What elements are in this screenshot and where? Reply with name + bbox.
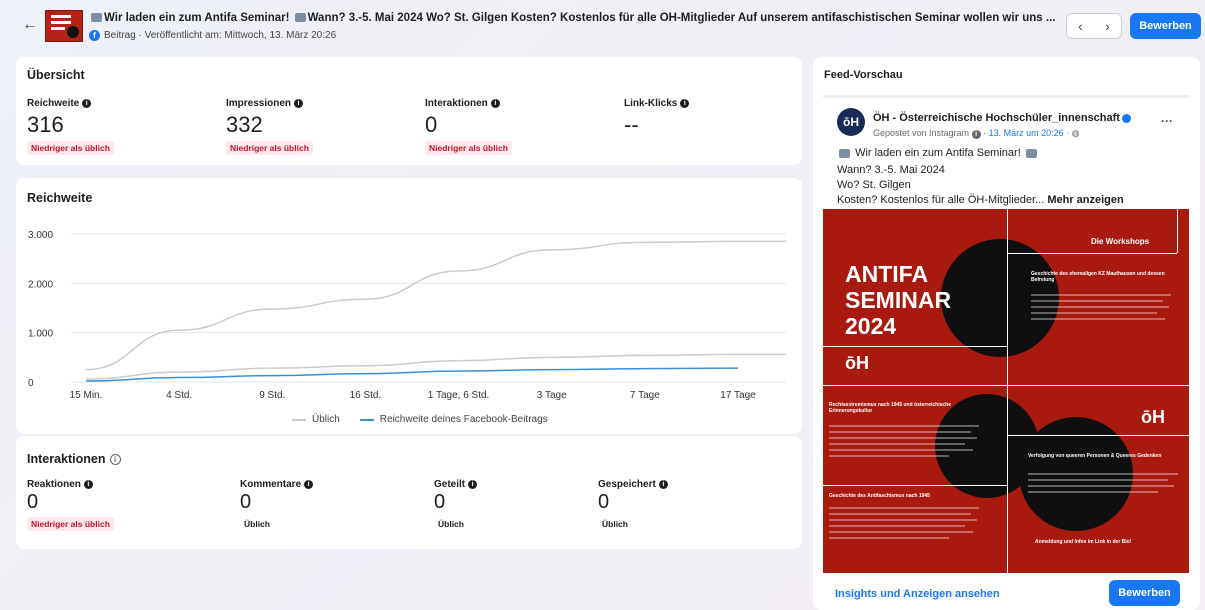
overview-title: Übersicht bbox=[27, 68, 85, 82]
x-tick-label: 4 Std. bbox=[166, 390, 192, 401]
page-name[interactable]: ÖH - Österreichische Hochschüler_innensc… bbox=[873, 112, 1131, 124]
post-navigation: ‹ › bbox=[1066, 13, 1122, 39]
info-icon[interactable]: i bbox=[658, 480, 668, 489]
metric-reactions: Reaktionen i 0 Niedriger als üblich bbox=[27, 479, 114, 532]
emoji-icon bbox=[91, 13, 102, 23]
info-icon[interactable]: i bbox=[83, 480, 93, 489]
info-icon[interactable]: i bbox=[294, 99, 304, 108]
interactions-card: Interaktionen i Reaktionen i 0 Niedriger a… bbox=[16, 436, 802, 549]
status-badge: Üblich bbox=[244, 519, 270, 529]
info-icon[interactable]: i bbox=[468, 480, 478, 489]
status-badge: Niedriger als üblich bbox=[226, 141, 313, 155]
post-meta: f Beitrag · Veröffentlicht am: Mittwoch,… bbox=[89, 30, 336, 41]
chevron-left-icon[interactable]: ‹ bbox=[1067, 14, 1094, 38]
post-source: Gepostet von Instagram i · 13. März um 2… bbox=[873, 128, 1080, 139]
post-text-line: Wann? 3.-5. Mai 2024 bbox=[837, 164, 945, 176]
info-icon[interactable]: i bbox=[109, 453, 121, 465]
legend-item-post-reach[interactable]: Reichweite deines Facebook-Beitrags bbox=[359, 414, 548, 425]
top-bar: ← Wir laden ein zum Antifa Seminar! Wann… bbox=[0, 0, 1205, 50]
x-tick-label: 15 Min. bbox=[70, 390, 103, 401]
x-tick-label: 3 Tage bbox=[537, 390, 567, 401]
x-tick-label: 1 Tage, 6 Std. bbox=[428, 390, 490, 401]
interactions-title: Interaktionen i bbox=[27, 452, 121, 466]
status-badge: Üblich bbox=[602, 519, 628, 529]
more-dots-icon[interactable]: ··· bbox=[1161, 114, 1173, 128]
x-tick-label: 9 Std. bbox=[259, 390, 285, 401]
poster-circle bbox=[941, 239, 1059, 357]
y-tick-label: 2.000 bbox=[28, 279, 53, 290]
reach-card: Reichweite 0 1.000 2.000 3.000 15 Min. 4 Std.… bbox=[16, 178, 802, 434]
facebook-icon: f bbox=[89, 30, 100, 41]
status-badge: Niedriger als üblich bbox=[425, 141, 512, 155]
poster-footer: Anmeldung und Infos im Link in der Bio! bbox=[1035, 539, 1132, 545]
status-badge: Niedriger als üblich bbox=[27, 517, 114, 531]
legend-item-typical[interactable]: Üblich bbox=[292, 414, 340, 425]
series-line-1 bbox=[85, 353, 786, 380]
globe-icon: ◍ bbox=[1071, 128, 1080, 138]
metric-link-clicks: Link-Klicks i -- bbox=[624, 98, 690, 138]
post-thumbnail bbox=[45, 10, 83, 42]
series-line-2 bbox=[85, 367, 739, 382]
info-icon[interactable]: i bbox=[971, 130, 981, 139]
status-badge: Üblich bbox=[438, 519, 464, 529]
feed-post: ōH ÖH - Österreichische Hochschüler_inne… bbox=[823, 95, 1189, 573]
reach-chart: 0 1.000 2.000 3.000 15 Min. 4 Std. 9 Std. 16 St… bbox=[28, 230, 786, 401]
series-line-0 bbox=[85, 240, 786, 371]
info-icon[interactable]: i bbox=[490, 99, 500, 108]
arrow-left-icon[interactable]: ← bbox=[22, 16, 38, 34]
poster-workshop-2: Rechtsextremismus nach 1945 und österrei… bbox=[829, 402, 951, 414]
insights-link[interactable]: Insights und Anzeigen ansehen bbox=[835, 588, 1000, 600]
info-icon[interactable]: i bbox=[304, 480, 314, 489]
reach-title: Reichweite bbox=[27, 191, 93, 205]
info-icon[interactable]: i bbox=[680, 99, 690, 108]
metric-comments: Kommentare i 0 Üblich bbox=[240, 479, 314, 532]
metric-interactions: Interaktionen i 0 Niedriger als üblich bbox=[425, 98, 512, 156]
post-text-line: Wir laden ein zum Antifa Seminar! bbox=[837, 147, 1039, 159]
boost-button[interactable]: Bewerben bbox=[1130, 13, 1201, 39]
y-tick-label: 1.000 bbox=[28, 329, 53, 340]
poster-workshop-4: Geschichte des Antifaschismus nach 1945 bbox=[829, 493, 930, 499]
avatar[interactable]: ōH bbox=[837, 108, 865, 136]
poster-workshops: Die Workshops bbox=[1091, 237, 1150, 246]
emoji-icon bbox=[294, 13, 306, 23]
boost-button[interactable]: Bewerben bbox=[1109, 580, 1180, 606]
status-badge: Niedriger als üblich bbox=[27, 141, 114, 155]
feed-preview-title: Feed-Vorschau bbox=[824, 69, 903, 81]
y-tick-label: 3.000 bbox=[28, 230, 53, 241]
x-tick-label: 16 Std. bbox=[350, 390, 382, 401]
poster-logo: ōH bbox=[1141, 407, 1165, 427]
see-more-link[interactable]: Mehr anzeigen bbox=[1047, 194, 1123, 206]
post-image[interactable]: ANTIFA SEMINAR 2024 Die Workshops ōH ōH … bbox=[823, 209, 1189, 573]
emoji-icon bbox=[839, 148, 850, 158]
chart-legend: Üblich Reichweite deines Facebook-Beitra… bbox=[292, 414, 548, 425]
y-tick-label: 0 bbox=[28, 378, 34, 389]
metric-reach: Reichweite i 316 Niedriger als üblich bbox=[27, 98, 114, 156]
poster-workshop-3: Verfolgung von queeren Personen & Queere… bbox=[1028, 453, 1162, 459]
poster-workshop-1: Geschichte des ehemaligen KZ Mauthausen … bbox=[1031, 271, 1165, 283]
poster-headline: ANTIFA SEMINAR 2024 bbox=[845, 261, 952, 339]
post-title: Wir laden ein zum Antifa Seminar! Wann? … bbox=[89, 12, 1059, 24]
verified-icon bbox=[1121, 113, 1131, 123]
chevron-right-icon[interactable]: › bbox=[1094, 14, 1121, 38]
post-text-line: Kosten? Kostenlos für alle ÖH-Mitglieder… bbox=[837, 194, 1124, 206]
x-tick-label: 7 Tage bbox=[630, 390, 660, 401]
info-icon[interactable]: i bbox=[82, 99, 92, 108]
emoji-icon bbox=[1025, 148, 1037, 158]
x-tick-label: 17 Tage bbox=[720, 390, 756, 401]
feed-preview-card: Feed-Vorschau ōH ÖH - Österreichische Ho… bbox=[813, 57, 1200, 610]
post-text-line: Wo? St. Gilgen bbox=[837, 179, 911, 191]
poster-logo: ōH bbox=[845, 353, 869, 373]
metric-shares: Geteilt i 0 Üblich bbox=[434, 479, 478, 532]
metric-saves: Gespeichert i 0 Üblich bbox=[598, 479, 668, 532]
metric-impressions: Impressionen i 332 Niedriger als üblich bbox=[226, 98, 313, 156]
overview-card: Übersicht Reichweite i 316 Niedriger als … bbox=[16, 57, 802, 165]
